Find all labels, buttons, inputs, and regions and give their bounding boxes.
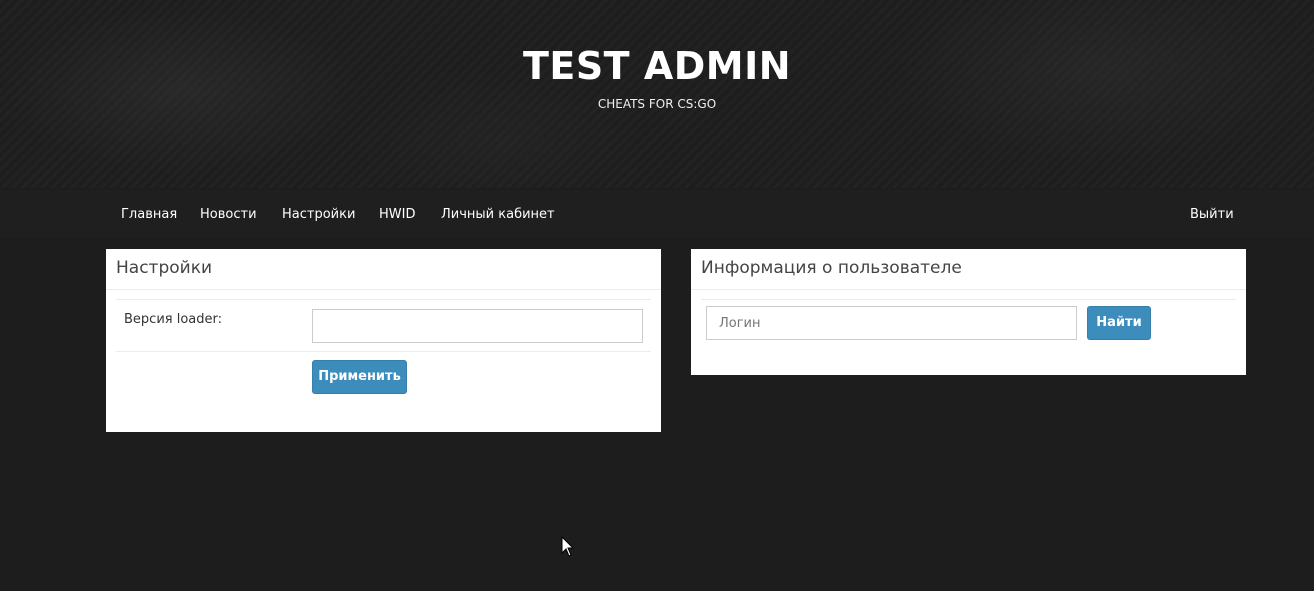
site-subtitle: CHEATS FOR CS:GO [597,97,717,111]
apply-button[interactable]: Применить [312,360,407,394]
user-info-panel: Информация о пользователе Найти [691,249,1246,375]
settings-panel: Настройки Версия loader: Применить [106,249,661,432]
divider [691,289,1246,290]
divider [116,351,651,352]
divider [116,299,651,300]
find-button[interactable]: Найти [1087,306,1151,340]
login-search-input[interactable] [706,306,1077,340]
user-info-panel-title: Информация о пользователе [701,258,962,278]
divider [106,289,661,290]
nav-item-home[interactable]: Главная [121,207,177,222]
nav-item-logout[interactable]: Выйти [1190,207,1234,222]
site-title: TEST ADMIN [522,44,792,88]
nav-item-hwid[interactable]: HWID [379,207,415,222]
divider [701,299,1236,300]
loader-version-label: Версия loader: [124,312,222,327]
main-navbar: Главная Новости Настройки HWID Личный ка… [0,190,1314,238]
nav-item-settings[interactable]: Настройки [282,207,355,222]
settings-panel-title: Настройки [116,258,213,278]
nav-item-account[interactable]: Личный кабинет [441,207,555,222]
header-banner: TEST ADMIN CHEATS FOR CS:GO [0,0,1314,188]
mouse-cursor-icon [561,536,575,557]
nav-item-news[interactable]: Новости [200,207,257,222]
loader-version-input[interactable] [312,309,643,343]
